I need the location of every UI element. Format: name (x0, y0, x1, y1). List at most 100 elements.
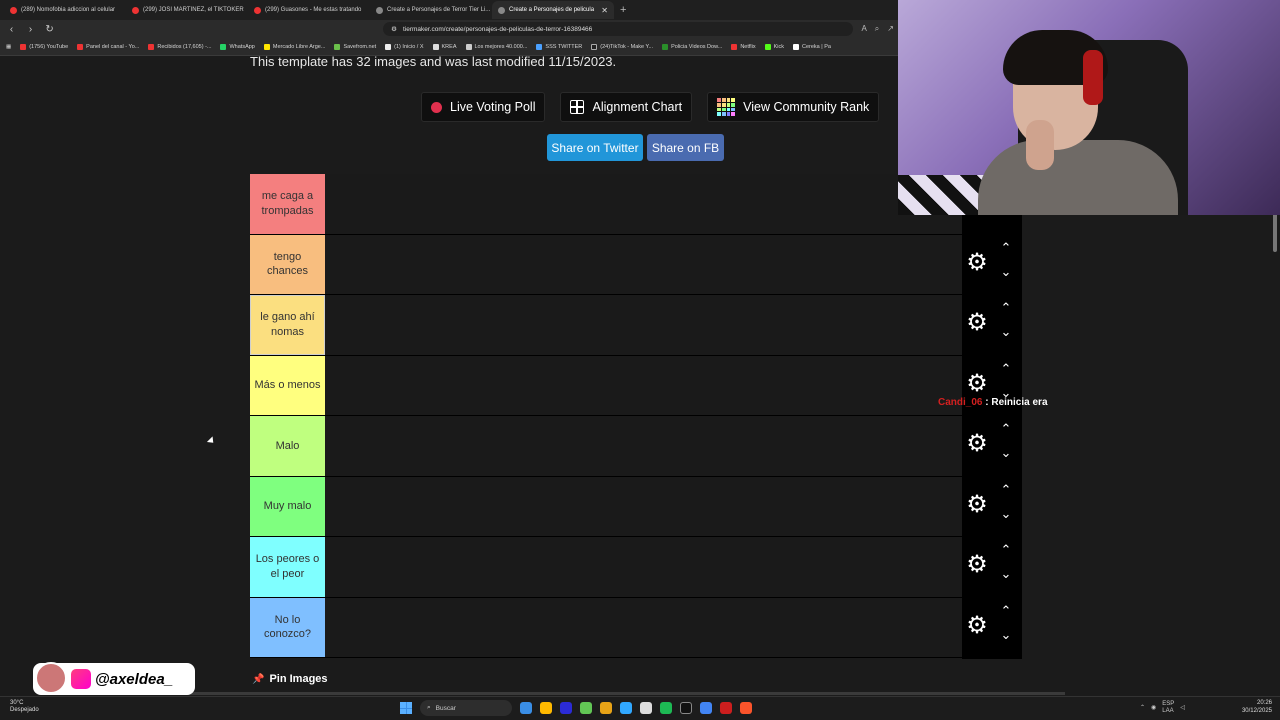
bookmark-item[interactable]: Policia Videos Dow... (662, 43, 722, 50)
back-icon[interactable]: ‹ (6, 24, 17, 35)
speaker-icon[interactable]: ◁ (1180, 704, 1185, 711)
brave-icon[interactable] (740, 702, 752, 714)
browser-tab[interactable]: (289) Nomofobia adiccion al celular (4, 1, 126, 19)
tier-drop-zone[interactable] (325, 355, 962, 415)
gear-icon[interactable]: ⚙ (966, 251, 988, 275)
site-info-icon[interactable]: ⚙ (391, 25, 397, 33)
close-tab-icon[interactable]: ✕ (601, 6, 608, 15)
tier-drop-zone[interactable] (325, 537, 962, 597)
live-voting-poll-button[interactable]: Live Voting Poll (421, 92, 546, 122)
gear-icon[interactable]: ⚙ (966, 372, 988, 396)
browser-tab-strip: (289) Nomofobia adiccion al celular (299… (0, 0, 900, 20)
gear-icon[interactable]: ⚙ (966, 432, 988, 456)
move-down-icon[interactable]: ⌄ (998, 627, 1014, 643)
move-up-icon[interactable]: ⌃ (998, 240, 1014, 256)
spotify-icon[interactable] (660, 702, 672, 714)
browser-tab[interactable]: (299) JOSI MARTINEZ, el TIKTOKER (126, 1, 248, 19)
move-down-icon[interactable]: ⌄ (998, 264, 1014, 280)
move-down-icon[interactable]: ⌄ (998, 445, 1014, 461)
file-explorer-icon[interactable] (540, 702, 552, 714)
whatsapp-icon (220, 43, 227, 50)
move-down-icon[interactable]: ⌄ (998, 324, 1014, 340)
opera-icon[interactable] (720, 702, 732, 714)
weather-widget[interactable]: 30°C Despejado (10, 700, 39, 714)
tier-label[interactable]: tengo chances (250, 234, 325, 294)
bookmark-item[interactable]: Recibidos (17,605) -... (148, 43, 211, 50)
tier-label[interactable]: Muy malo (250, 476, 325, 536)
clock[interactable]: 20:26 30/12/2025 (1236, 700, 1272, 715)
move-down-icon[interactable]: ⌄ (998, 506, 1014, 522)
tier-drop-zone[interactable] (325, 597, 962, 657)
bookmark-item[interactable]: WhatsApp (220, 43, 255, 50)
alignment-chart-button[interactable]: Alignment Chart (560, 92, 693, 122)
share-twitter-button[interactable]: Share on Twitter (547, 134, 643, 161)
gear-icon[interactable]: ⚙ (966, 311, 988, 335)
browser-tab[interactable]: (299) Guasones - Me estas tratando (248, 1, 370, 19)
share-fb-button[interactable]: Share on FB (647, 134, 724, 161)
url-bar[interactable]: ⚙ tiermaker.com/create/personajes-de-pel… (383, 22, 854, 36)
tier-label[interactable]: Los peores o el peor (250, 537, 325, 597)
gear-icon[interactable]: ⚙ (966, 614, 988, 638)
tier-drop-zone[interactable] (325, 295, 962, 355)
gear-icon[interactable]: ⚙ (966, 493, 988, 517)
bookmark-item[interactable]: KREA (432, 43, 457, 50)
edge-icon[interactable] (520, 702, 532, 714)
tier-drop-zone[interactable] (325, 416, 962, 476)
tier-label[interactable]: No lo conozco? (250, 597, 325, 657)
tier-drop-zone[interactable] (325, 476, 962, 536)
pin-images-toggle[interactable]: 📌 Pin Images (252, 673, 328, 685)
horizontal-scrollbar[interactable] (160, 692, 1065, 695)
browser-tab-active[interactable]: Create a Personajes de pelicula ✕ (492, 1, 614, 19)
zoom-icon[interactable]: ⌕ (875, 24, 879, 34)
bookmark-item[interactable]: Cereka | Pa (793, 43, 831, 50)
view-community-rank-button[interactable]: View Community Rank (707, 92, 880, 122)
tier-label[interactable]: Malo (250, 416, 325, 476)
tier-label[interactable]: Más o menos (250, 355, 325, 415)
browser-tab[interactable]: Create a Personajes de Terror Tier Li... (370, 1, 492, 19)
bookmark-item[interactable]: Kick (764, 43, 784, 50)
move-up-icon[interactable]: ⌃ (998, 361, 1014, 377)
gear-icon[interactable]: ⚙ (966, 553, 988, 577)
xbox-icon[interactable] (580, 702, 592, 714)
windows-start-icon[interactable] (400, 702, 412, 714)
premiere-icon[interactable] (560, 702, 572, 714)
move-up-icon[interactable]: ⌃ (998, 482, 1014, 498)
move-up-icon[interactable]: ⌃ (998, 603, 1014, 619)
move-up-icon[interactable]: ⌃ (998, 542, 1014, 558)
obs-icon[interactable] (640, 702, 652, 714)
bookmark-item[interactable]: (1756) YouTube (20, 43, 68, 50)
new-tab-icon[interactable]: + (620, 4, 626, 16)
bookmark-item[interactable]: (24)TikTok - Make Y... (591, 43, 653, 50)
photoshop-icon[interactable] (620, 702, 632, 714)
taskbar-search[interactable]: ⌕ Buscar (420, 700, 512, 716)
bookmark-item[interactable]: Netflix (731, 43, 756, 50)
move-up-icon[interactable]: ⌃ (998, 300, 1014, 316)
tier-row: Los peores o el peor (250, 537, 962, 598)
language-indicator[interactable]: ESP LAA (1162, 701, 1174, 714)
bookmark-item[interactable]: Los mejores 40.000... (465, 43, 527, 50)
chrome-icon[interactable] (700, 702, 712, 714)
share-icon[interactable]: ↗ (887, 24, 894, 34)
tiktok-icon[interactable] (680, 702, 692, 714)
tiermaker-icon (498, 6, 505, 14)
tier-label[interactable]: me caga a trompadas (250, 174, 325, 234)
network-icon[interactable]: ◉ (1151, 704, 1156, 711)
kick-icon (764, 43, 771, 50)
forward-icon[interactable]: › (25, 24, 36, 35)
translate-icon[interactable]: A (861, 24, 866, 34)
move-down-icon[interactable]: ⌄ (998, 566, 1014, 582)
folder-icon[interactable] (600, 702, 612, 714)
reload-icon[interactable]: ↻ (44, 24, 55, 35)
tier-control: ⚙ ⌃ ⌄ (962, 415, 1022, 475)
bookmark-item[interactable]: Savefrom.net (334, 43, 376, 50)
bookmark-item[interactable]: (1) Inicio / X (385, 43, 424, 50)
tier-label[interactable]: le gano ahí nomas (250, 295, 325, 355)
bookmark-item[interactable]: SSS TWITTER (536, 43, 582, 50)
tier-drop-zone[interactable] (325, 174, 962, 234)
chevron-up-icon[interactable]: ⌃ (1140, 704, 1145, 711)
apps-icon[interactable]: ▦ (6, 44, 11, 50)
bookmark-item[interactable]: Mercado Libre Arge... (263, 43, 325, 50)
move-up-icon[interactable]: ⌃ (998, 421, 1014, 437)
bookmark-item[interactable]: Panel del canal - Yo... (77, 43, 139, 50)
tier-drop-zone[interactable] (325, 234, 962, 294)
